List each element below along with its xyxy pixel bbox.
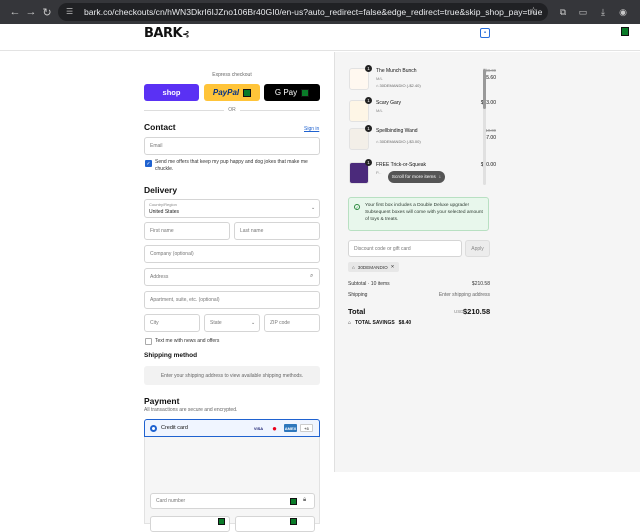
apply-button[interactable]: Apply: [465, 240, 490, 257]
url-text: bark.co/checkouts/cn/hWN3DkrI6IJZno106Br…: [84, 7, 543, 17]
line-item: 1 The Munch Bunch M/L ⌂ 30DEMANDIO (-$2.…: [349, 65, 496, 94]
line-item: 1 Scary Gary M/L $13.00: [349, 97, 496, 126]
extensions-icon[interactable]: ⧉: [556, 4, 570, 20]
bag-icon[interactable]: ▪: [480, 28, 490, 38]
chevron-down-icon: ⌄: [251, 320, 256, 326]
quantity-badge: 1: [365, 97, 372, 104]
tag-icon: ⌂: [376, 139, 379, 144]
overlay-marker: [290, 518, 297, 525]
overlay-marker: [290, 498, 297, 505]
total-value: $210.58: [463, 307, 491, 316]
company-field[interactable]: Company (optional): [144, 245, 320, 263]
discount-code-field[interactable]: Discount code or gift card: [348, 240, 462, 257]
country-label: Country/Region: [149, 202, 177, 207]
quantity-badge: 1: [365, 159, 372, 166]
quantity-badge: 1: [365, 125, 372, 132]
email-field[interactable]: Email: [144, 137, 320, 155]
profile-icon[interactable]: ◉: [616, 4, 630, 20]
arrow-down-icon: ↓: [438, 174, 442, 180]
item-discount: ⌂ 30DEMANDIO (-$3.00): [376, 139, 421, 144]
text-me-checkbox[interactable]: [145, 338, 152, 345]
site-info-icon[interactable]: ☰: [66, 7, 76, 17]
offers-checkbox[interactable]: ✓: [145, 160, 152, 167]
reload-icon[interactable]: ↻: [38, 3, 56, 21]
address-field[interactable]: Address: [144, 268, 320, 286]
tag-icon: ⌂: [348, 320, 352, 326]
credit-card-label: Credit card: [161, 425, 188, 431]
shipping-row: Shipping Enter shipping address: [348, 292, 490, 298]
overlay-marker: [243, 88, 252, 97]
express-checkout-label: Express checkout: [212, 72, 252, 78]
check-circle-icon: ✓: [354, 204, 360, 210]
reading-list-icon[interactable]: ▭: [576, 4, 590, 20]
credit-card-option[interactable]: Credit card VISA ● AMEX +3: [144, 419, 320, 437]
item-variant: P...: [376, 170, 382, 175]
bookmark-star-icon[interactable]: ☆: [529, 6, 538, 17]
checkout-form: Express checkout shop PayPal G Pay OR Co…: [0, 52, 334, 532]
menu-icon[interactable]: ⋮: [636, 4, 640, 20]
last-name-field[interactable]: Last name: [234, 222, 320, 240]
tag-icon: ⌂: [352, 264, 355, 270]
overlay-marker: [301, 88, 310, 97]
city-field[interactable]: City: [144, 314, 200, 332]
item-variant: M/L: [376, 76, 383, 81]
downloads-icon[interactable]: ⤓: [596, 4, 610, 20]
upgrade-notice: ✓ Your first box includes a Double Delux…: [348, 197, 489, 231]
remove-icon[interactable]: ✕: [391, 264, 395, 270]
line-item: 1 Spellbinding Wand ⌂ 30DEMANDIO (-$3.00…: [349, 125, 496, 154]
lock-icon: 🔒︎: [303, 497, 307, 503]
notice-text: Your first box includes a Double Deluxe …: [365, 203, 483, 222]
search-icon: ⌕: [310, 273, 314, 279]
item-variant: M/L: [376, 108, 383, 113]
delivery-heading: Delivery: [144, 185, 178, 195]
contact-heading: Contact: [144, 122, 176, 132]
extension-badge: [621, 27, 629, 36]
sign-in-link[interactable]: Sign in: [304, 126, 319, 132]
text-me-label: Text me with news and offers: [155, 338, 220, 344]
item-name: The Munch Bunch: [376, 68, 417, 74]
paypal-button[interactable]: PayPal: [204, 84, 260, 101]
browser-toolbar: ← → ↻ ☰ bark.co/checkouts/cn/hWN3DkrI6IJ…: [0, 0, 640, 24]
item-name: Scary Gary: [376, 100, 402, 106]
shop-pay-button[interactable]: shop: [144, 84, 199, 101]
total-label: Total: [348, 307, 366, 316]
item-name: Spellbinding Wand: [376, 128, 418, 134]
order-summary: 1 The Munch Bunch M/L ⌂ 30DEMANDIO (-$2.…: [334, 52, 640, 472]
zip-field[interactable]: ZIP code: [264, 314, 320, 332]
offers-label: Send me offers that keep my pup happy an…: [155, 159, 308, 172]
security-code-field[interactable]: [235, 516, 315, 532]
shipping-method-placeholder: Enter your shipping address to view avai…: [144, 366, 320, 385]
apartment-field[interactable]: Apartment, suite, etc. (optional): [144, 291, 320, 309]
country-value: United States: [149, 209, 180, 215]
payment-subtitle: All transactions are secure and encrypte…: [144, 407, 238, 413]
items-scroll-thumb[interactable]: [483, 69, 486, 109]
mastercard-icon: ●: [272, 423, 277, 433]
item-name: FREE Trick-or-Squeak: [376, 162, 427, 168]
overlay-marker: [218, 518, 225, 525]
subtotal-row: Subtotal · 10 items $210.58: [348, 281, 490, 287]
chevron-down-icon: ⌄: [311, 205, 316, 211]
total-savings: ⌂ TOTAL SAVINGS $8.40: [348, 320, 412, 326]
checkout-header: BARK⊰ ▪: [0, 24, 640, 51]
quantity-badge: 1: [365, 65, 372, 72]
address-bar[interactable]: ☰ bark.co/checkouts/cn/hWN3DkrI6IJZno106…: [58, 3, 548, 21]
credit-card-radio[interactable]: [150, 425, 157, 432]
visa-icon: VISA: [253, 425, 264, 431]
google-pay-button[interactable]: G Pay: [264, 84, 320, 101]
tag-icon: ⌂: [376, 83, 379, 88]
applied-discount-chip: ⌂ 30DEMANDIO ✕: [348, 262, 399, 272]
or-divider: OR: [144, 107, 320, 113]
shipping-method-heading: Shipping method: [144, 352, 198, 359]
amex-icon: AMEX: [284, 424, 297, 432]
more-cards-icon: +3: [300, 424, 313, 432]
scroll-more-button[interactable]: Scroll for more items ↓: [388, 171, 445, 183]
card-details-panel: Card number 🔒︎: [144, 437, 320, 532]
bark-logo[interactable]: BARK⊰: [144, 26, 190, 41]
item-discount: ⌂ 30DEMANDIO (-$2.40): [376, 83, 421, 88]
payment-heading: Payment: [144, 396, 180, 406]
first-name-field[interactable]: First name: [144, 222, 230, 240]
